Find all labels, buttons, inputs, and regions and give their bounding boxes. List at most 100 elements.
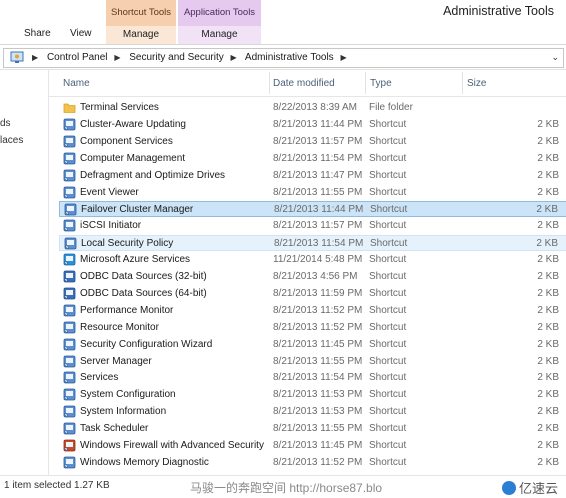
address-bar: ▶ Control Panel ▶ Security and Security … <box>0 47 566 70</box>
breadcrumb-control-panel[interactable]: Control Panel <box>47 52 108 63</box>
chevron-right-icon: ▶ <box>32 53 39 62</box>
file-name: Failover Cluster Manager <box>81 204 194 216</box>
status-bar: 1 item selected 1.27 KB 马骏一的奔跑空间 http://… <box>0 475 566 498</box>
column-divider[interactable] <box>462 72 463 94</box>
file-date-modified: 8/21/2013 11:44 PM <box>274 204 364 216</box>
file-type: Shortcut <box>369 220 407 232</box>
tab-manage-application[interactable]: Manage <box>178 26 261 44</box>
file-size: 2 KB <box>537 186 559 198</box>
file-row[interactable]: iSCSI Initiator 8/21/2013 11:57 PM Shortcu… <box>59 218 566 234</box>
file-size: 2 KB <box>537 372 559 384</box>
window-title: Administrative Tools <box>443 4 554 18</box>
file-row[interactable]: ODBC Data Sources (64-bit) 8/21/2013 11:5… <box>59 286 566 302</box>
task-scheduler-icon <box>63 422 76 435</box>
file-type: Shortcut <box>369 135 407 147</box>
file-name: Local Security Policy <box>81 238 174 250</box>
column-date-modified[interactable]: Date modified <box>273 78 335 89</box>
breadcrumb-administrative-tools[interactable]: Administrative Tools <box>245 52 334 63</box>
file-date-modified: 8/21/2013 11:47 PM <box>273 169 363 181</box>
file-type: Shortcut <box>369 118 407 130</box>
file-row[interactable]: Local Security Policy 8/21/2013 11:54 PM S… <box>59 235 566 252</box>
file-row[interactable]: Resource Monitor 8/21/2013 11:52 PM Shortc… <box>59 320 566 336</box>
file-row[interactable]: Services 8/21/2013 11:54 PM Shortcut 2 KB <box>59 370 566 386</box>
file-date-modified: 8/21/2013 11:54 PM <box>273 372 363 384</box>
memory-diagnostic-icon <box>63 456 76 469</box>
file-type: Shortcut <box>369 186 407 198</box>
column-divider[interactable] <box>365 72 366 94</box>
address-box[interactable]: ▶ Control Panel ▶ Security and Security … <box>3 48 564 68</box>
file-row[interactable]: Event Viewer 8/21/2013 11:55 PM Shortcut 2 … <box>59 185 566 201</box>
file-row[interactable]: Server Manager 8/21/2013 11:55 PM Shortcut… <box>59 354 566 370</box>
tab-share[interactable]: Share <box>24 28 51 39</box>
file-size: 2 KB <box>537 456 559 468</box>
file-row[interactable]: Cluster-Aware Updating 8/21/2013 11:44 PM… <box>59 117 566 133</box>
chevron-right-icon[interactable]: ▶ <box>114 53 120 62</box>
computer-management-icon <box>63 152 76 165</box>
file-size: 2 KB <box>537 406 559 418</box>
firewall-icon <box>63 439 76 452</box>
system-configuration-icon <box>63 388 76 401</box>
file-name: Security Configuration Wizard <box>80 338 213 350</box>
file-size: 2 KB <box>536 204 558 216</box>
application-tools-tab[interactable]: Application Tools <box>178 0 261 26</box>
file-row[interactable]: System Information 8/21/2013 11:53 PM Shor… <box>59 404 566 420</box>
file-size: 2 KB <box>536 238 558 250</box>
file-type: Shortcut <box>369 321 407 333</box>
column-size[interactable]: Size <box>467 78 486 89</box>
failover-cluster-icon <box>64 203 77 216</box>
file-name: Component Services <box>80 135 173 147</box>
file-name: Task Scheduler <box>80 423 149 435</box>
file-row[interactable]: Security Configuration Wizard 8/21/2013 1… <box>59 337 566 353</box>
file-row[interactable]: Task Scheduler 8/21/2013 11:55 PM Shortcut… <box>59 421 566 437</box>
file-row[interactable]: System Configuration 8/21/2013 11:53 PM Sh… <box>59 387 566 403</box>
file-name: iSCSI Initiator <box>80 220 142 232</box>
file-row[interactable]: Defragment and Optimize Drives 8/21/2013 … <box>59 168 566 184</box>
column-type[interactable]: Type <box>370 78 392 89</box>
ribbon-tabs: Share View Manage Manage <box>0 26 566 45</box>
file-date-modified: 8/21/2013 11:44 PM <box>273 118 363 130</box>
file-name: ODBC Data Sources (64-bit) <box>80 287 207 299</box>
file-size: 2 KB <box>537 118 559 130</box>
file-date-modified: 8/21/2013 11:55 PM <box>273 355 363 367</box>
file-date-modified: 8/21/2013 11:45 PM <box>273 440 363 451</box>
tab-view[interactable]: View <box>70 28 92 39</box>
file-row[interactable]: Computer Management 8/21/2013 11:54 PM Sho… <box>59 151 566 167</box>
file-row[interactable]: Terminal Services 8/22/2013 8:39 AM File f… <box>59 100 566 116</box>
breadcrumb-system-security[interactable]: Security and Security <box>129 52 224 63</box>
file-row[interactable]: Component Services 8/21/2013 11:57 PM Shor… <box>59 134 566 150</box>
file-type: Shortcut <box>369 152 407 164</box>
file-row[interactable]: Windows Memory Diagnostic 8/21/2013 11:52… <box>59 455 566 471</box>
file-type: Shortcut <box>369 440 407 451</box>
shortcut-tools-tab[interactable]: Shortcut Tools <box>106 0 176 26</box>
file-name: Windows Memory Diagnostic <box>80 456 209 468</box>
file-date-modified: 11/21/2014 5:48 PM <box>273 254 363 266</box>
system-information-icon <box>63 405 76 418</box>
nav-item-downloads[interactable]: ds <box>0 118 11 129</box>
column-name[interactable]: Name <box>63 78 90 89</box>
file-name: Microsoft Azure Services <box>80 254 191 266</box>
file-row[interactable]: ODBC Data Sources (32-bit) 8/21/2013 4:56… <box>59 269 566 285</box>
brand-name: 亿速云 <box>518 481 558 496</box>
cluster-updating-icon <box>63 118 76 131</box>
breadcrumb: ▶ Control Panel ▶ Security and Security … <box>28 52 353 63</box>
chevron-right-icon[interactable]: ▶ <box>231 53 237 62</box>
file-row[interactable]: Performance Monitor 8/21/2013 11:52 PM Sho… <box>59 303 566 319</box>
file-row[interactable]: Microsoft Azure Services 11/21/2014 5:48 … <box>59 252 566 268</box>
file-size: 2 KB <box>537 169 559 181</box>
file-name: Terminal Services <box>80 102 159 113</box>
chevron-right-icon[interactable]: ▶ <box>340 53 346 62</box>
file-row[interactable]: Failover Cluster Manager 8/21/2013 11:44 … <box>59 201 566 218</box>
file-name: System Information <box>80 406 167 418</box>
security-policy-icon <box>64 237 77 250</box>
cloud-logo-icon <box>501 481 516 495</box>
tab-manage-shortcut[interactable]: Manage <box>106 26 176 44</box>
file-row[interactable]: Windows Firewall with Advanced Security 8… <box>59 438 566 454</box>
file-date-modified: 8/21/2013 11:52 PM <box>273 304 363 316</box>
nav-item-recent-places[interactable]: laces <box>0 135 23 146</box>
chevron-down-icon[interactable]: ⌄ <box>551 52 559 63</box>
file-name: ODBC Data Sources (32-bit) <box>80 271 207 282</box>
file-name: Server Manager <box>80 355 152 367</box>
column-divider[interactable] <box>269 72 270 94</box>
file-date-modified: 8/21/2013 11:54 PM <box>274 238 364 250</box>
file-date-modified: 8/21/2013 11:45 PM <box>273 338 363 350</box>
